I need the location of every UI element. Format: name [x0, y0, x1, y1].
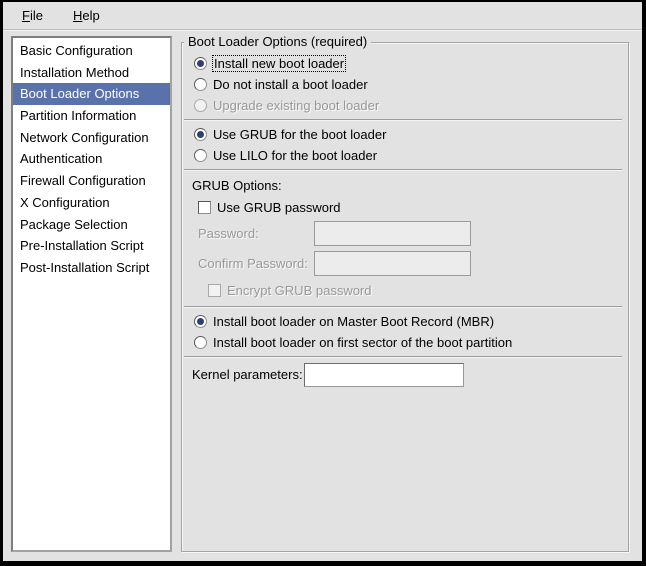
- sidebar-item-partition-information[interactable]: Partition Information: [13, 105, 170, 127]
- confirm-password-input: [314, 251, 471, 276]
- radio-use-grub[interactable]: Use GRUB for the boot loader: [194, 124, 624, 145]
- checkbox-encrypt-grub-password: Encrypt GRUB password: [208, 280, 624, 300]
- confirm-password-row: Confirm Password:: [198, 251, 624, 276]
- menu-help-mnemonic: H: [73, 8, 82, 23]
- kickstart-configurator-window: File Help Basic Configuration Installati…: [0, 0, 646, 566]
- menu-file-mnemonic: F: [22, 8, 30, 23]
- radio-use-lilo[interactable]: Use LILO for the boot loader: [194, 145, 624, 166]
- checkbox-icon: [208, 284, 221, 297]
- sidebar-item-authentication[interactable]: Authentication: [13, 148, 170, 170]
- horizontal-separator: [184, 119, 622, 121]
- radio-button-icon[interactable]: [194, 336, 207, 349]
- horizontal-separator: [184, 306, 622, 308]
- radio-install-on-mbr[interactable]: Install boot loader on Master Boot Recor…: [194, 311, 624, 332]
- sidebar-item-package-selection[interactable]: Package Selection: [13, 214, 170, 236]
- menu-help[interactable]: Help: [67, 5, 106, 26]
- radio-label: Do not install a boot loader: [213, 77, 368, 92]
- radio-upgrade-existing-boot-loader: Upgrade existing boot loader: [194, 95, 624, 116]
- sidebar-item-firewall-configuration[interactable]: Firewall Configuration: [13, 170, 170, 192]
- menu-file-rest: ile: [30, 8, 43, 23]
- checkbox-label: Encrypt GRUB password: [227, 283, 372, 298]
- radio-do-not-install-boot-loader[interactable]: Do not install a boot loader: [194, 74, 624, 95]
- radio-button-icon: [194, 99, 207, 112]
- menu-bar: File Help: [3, 2, 642, 30]
- checkbox-label: Use GRUB password: [217, 200, 341, 215]
- radio-button-icon[interactable]: [194, 57, 207, 70]
- main-area: Basic Configuration Installation Method …: [3, 30, 642, 561]
- sidebar-item-post-installation-script[interactable]: Post-Installation Script: [13, 257, 170, 279]
- radio-button-icon[interactable]: [194, 78, 207, 91]
- grub-options-label: GRUB Options:: [192, 177, 624, 195]
- radio-button-icon[interactable]: [194, 149, 207, 162]
- category-list: Basic Configuration Installation Method …: [11, 36, 172, 552]
- sidebar-item-pre-installation-script[interactable]: Pre-Installation Script: [13, 235, 170, 257]
- password-input: [314, 221, 471, 246]
- sidebar-item-boot-loader-options[interactable]: Boot Loader Options: [13, 83, 170, 105]
- radio-button-icon[interactable]: [194, 315, 207, 328]
- sidebar-item-x-configuration[interactable]: X Configuration: [13, 192, 170, 214]
- checkbox-icon[interactable]: [198, 201, 211, 214]
- horizontal-separator: [184, 356, 622, 358]
- boot-loader-options-frame: Boot Loader Options (required) Install n…: [181, 42, 629, 552]
- radio-button-icon[interactable]: [194, 128, 207, 141]
- sidebar-item-basic-configuration[interactable]: Basic Configuration: [13, 40, 170, 62]
- sidebar-item-installation-method[interactable]: Installation Method: [13, 62, 170, 84]
- password-label: Password:: [198, 226, 314, 241]
- password-row: Password:: [198, 221, 624, 246]
- menu-help-rest: elp: [82, 8, 99, 23]
- kernel-parameters-row: Kernel parameters:: [192, 362, 624, 387]
- radio-install-on-first-sector[interactable]: Install boot loader on first sector of t…: [194, 332, 624, 353]
- checkbox-use-grub-password[interactable]: Use GRUB password: [198, 197, 624, 218]
- radio-label: Use LILO for the boot loader: [213, 148, 377, 163]
- radio-label: Use GRUB for the boot loader: [213, 127, 386, 142]
- radio-label: Upgrade existing boot loader: [213, 98, 379, 113]
- radio-label: Install boot loader on first sector of t…: [213, 335, 512, 350]
- sidebar-item-network-configuration[interactable]: Network Configuration: [13, 127, 170, 149]
- radio-label: Install boot loader on Master Boot Recor…: [213, 314, 494, 329]
- horizontal-separator: [184, 169, 622, 171]
- radio-install-new-boot-loader[interactable]: Install new boot loader: [194, 53, 624, 74]
- radio-label: Install new boot loader: [213, 56, 345, 71]
- menu-file[interactable]: File: [16, 5, 49, 26]
- frame-title: Boot Loader Options (required): [184, 34, 371, 49]
- kernel-parameters-label: Kernel parameters:: [192, 367, 304, 382]
- kernel-parameters-input[interactable]: [304, 363, 464, 387]
- confirm-password-label: Confirm Password:: [198, 256, 314, 271]
